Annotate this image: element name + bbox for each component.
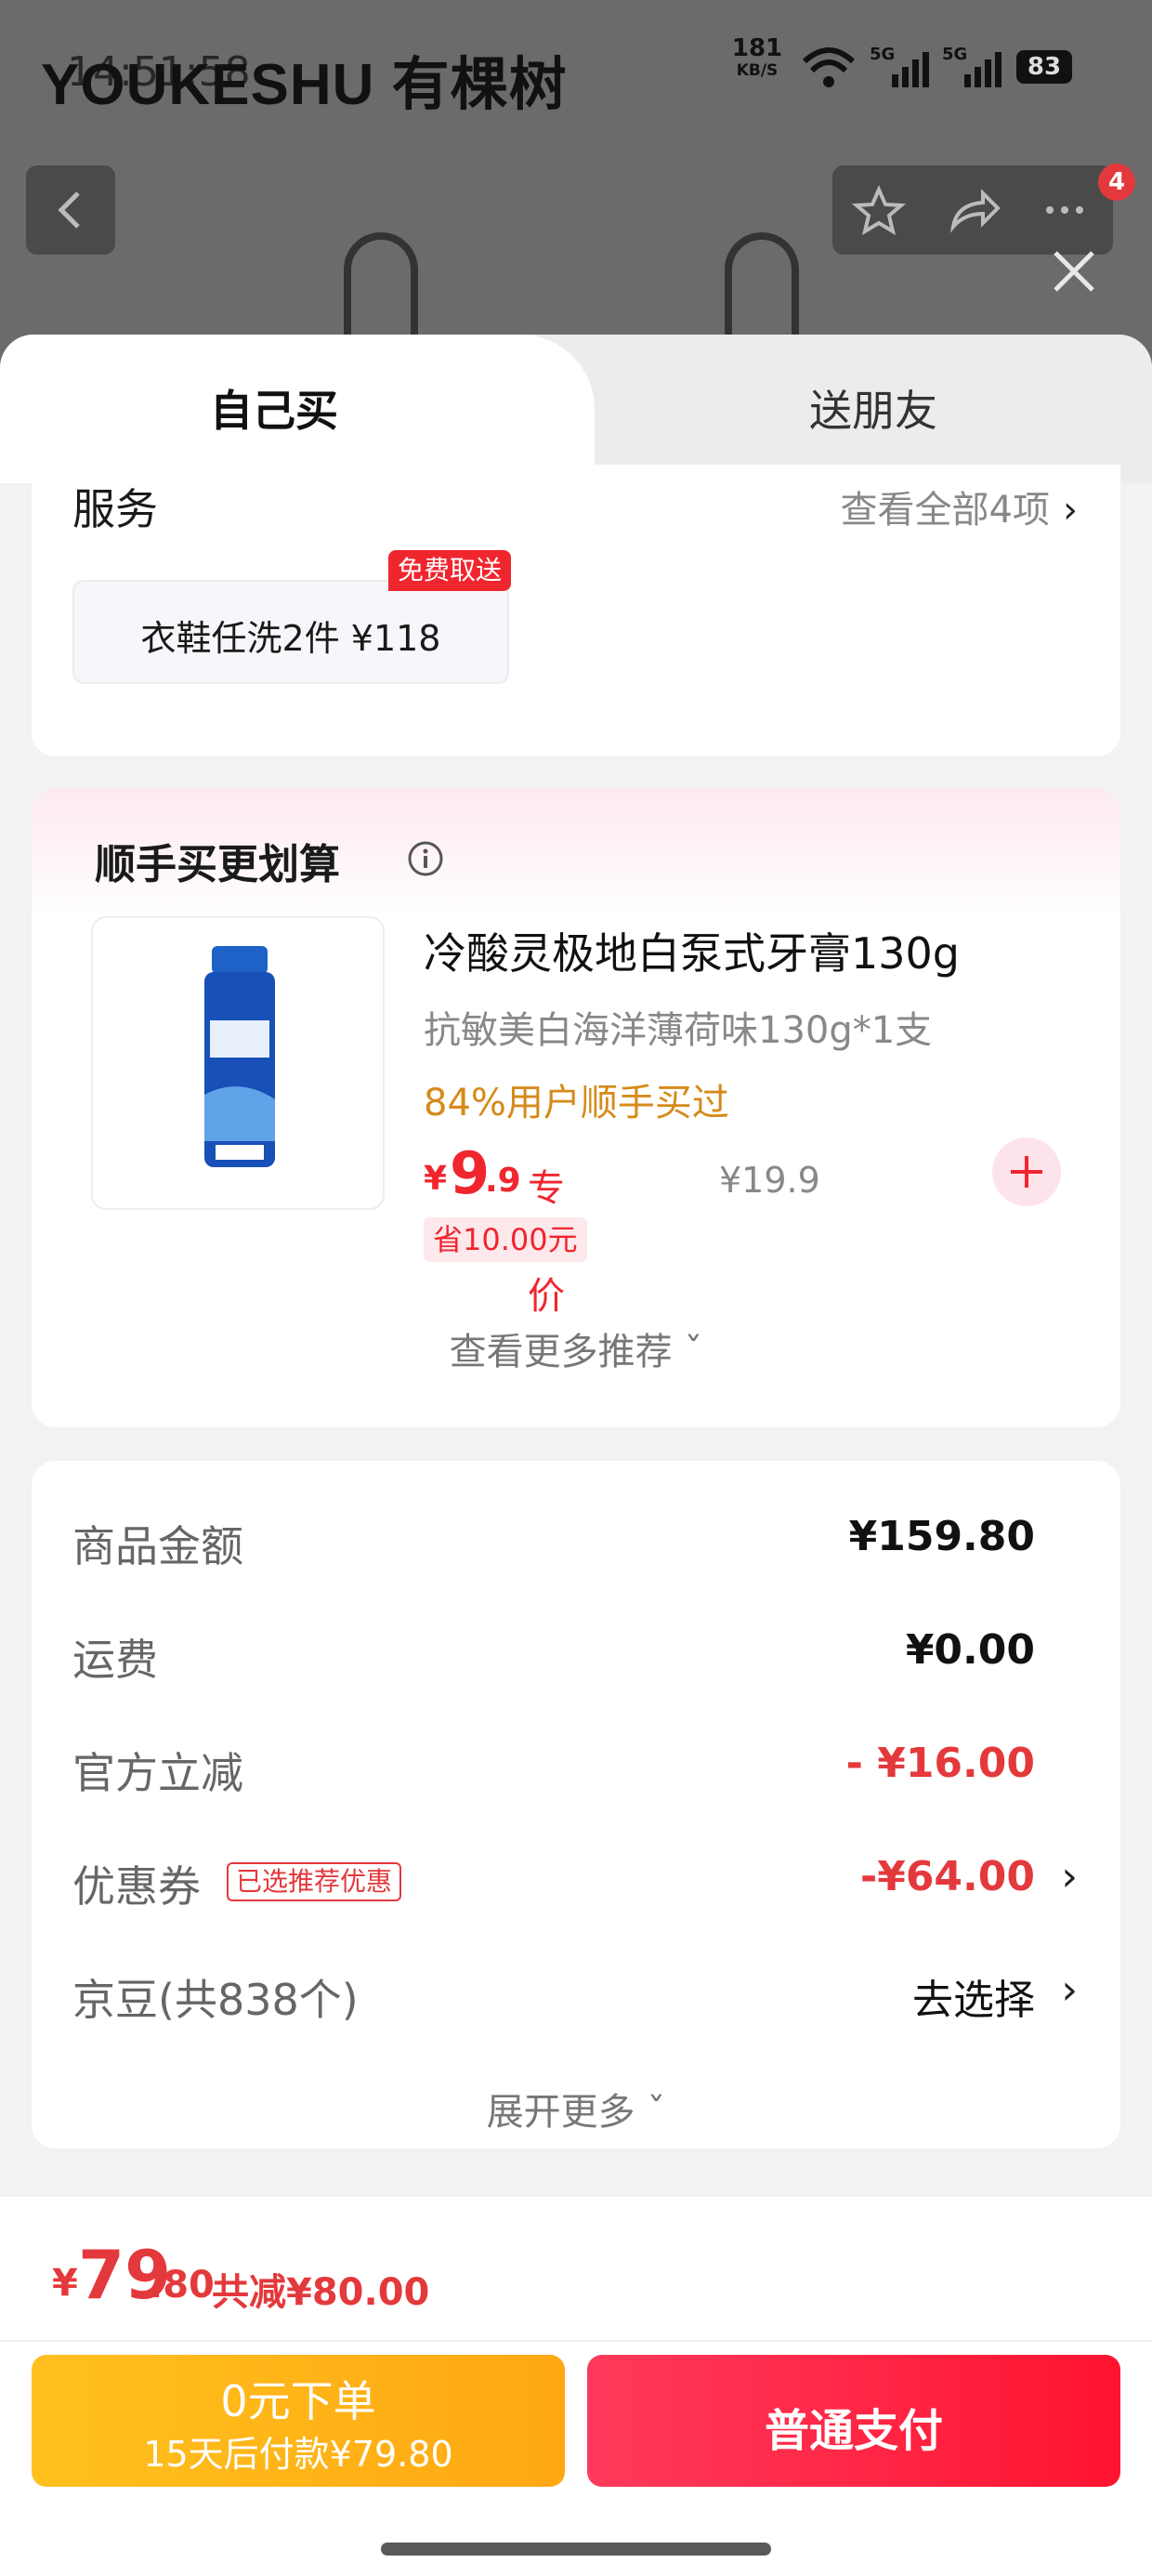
signal-5g-secondary-icon: 5G — [942, 45, 1001, 87]
add-to-order-button[interactable] — [992, 1137, 1061, 1206]
network-speed: 181 KB/S — [725, 34, 790, 82]
summary-label: 运费 — [72, 1635, 158, 1685]
price-currency: ¥ — [424, 1160, 448, 1198]
service-view-all-link[interactable]: 查看全部4项 › — [841, 480, 1078, 533]
total-decimal: .80 — [149, 2264, 215, 2307]
signal-5g-icon: 5G — [870, 45, 929, 87]
chevron-right-icon: › — [1063, 489, 1078, 532]
share-button[interactable] — [925, 165, 1018, 255]
expand-more-link[interactable]: 展开更多 ˇ — [32, 2082, 1120, 2136]
summary-value: -¥64.00 — [859, 1853, 1035, 1900]
pay-later-sublabel: 15天后付款¥79.80 — [143, 2434, 453, 2475]
zero-down-pay-later-button[interactable]: 0元下单 15天后付款¥79.80 — [32, 2355, 565, 2487]
back-button[interactable] — [26, 165, 115, 255]
coupon-recommended-badge: 已选推荐优惠 — [227, 1862, 402, 1901]
free-pickup-badge: 免费取送 — [388, 550, 512, 591]
summary-row-subtotal: 商品金额 ¥159.80 — [72, 1513, 1078, 1578]
product-spec: 抗敏美白海洋薄荷味130g*1支 — [424, 1009, 933, 1052]
normal-pay-button[interactable]: 普通支付 — [587, 2355, 1120, 2487]
original-price: ¥19.9 — [719, 1160, 820, 1201]
summary-row-jingdou[interactable]: 京豆(共838个) 去选择 › — [72, 1966, 1078, 2031]
network-speed-unit: KB/S — [736, 61, 779, 80]
tab-buy-for-self[interactable]: 自己买 — [0, 335, 595, 483]
home-indicator[interactable] — [381, 2543, 771, 2556]
info-icon[interactable] — [407, 840, 444, 877]
star-icon — [851, 185, 907, 236]
summary-row-official-discount: 官方立减 - ¥16.00 — [72, 1740, 1078, 1805]
view-more-recommendations[interactable]: 查看更多推荐 ˇ — [32, 1321, 1120, 1375]
social-proof-text: 84%用户顺手买过 — [424, 1082, 729, 1124]
zero-down-label: 0元下单 — [220, 2376, 376, 2426]
summary-label: 优惠券 — [72, 1861, 201, 1912]
cart-count-badge: 4 — [1098, 164, 1135, 201]
top-action-group — [832, 165, 1113, 255]
more-button[interactable] — [1018, 165, 1111, 255]
summary-value: ¥0.00 — [905, 1626, 1035, 1674]
summary-row-shipping: 运费 ¥0.00 — [72, 1626, 1078, 1691]
favorite-button[interactable] — [832, 165, 925, 255]
summary-label: 官方立减 — [72, 1748, 243, 1798]
summary-value: 去选择 — [912, 1977, 1035, 2024]
close-icon[interactable] — [1046, 243, 1102, 299]
price-integer: 9 — [450, 1139, 491, 1207]
status-bar: YOUKESHU 有棵树 14:51:58 181 KB/S 5G 5G 83 — [0, 28, 1152, 117]
addon-recommendation-card: 顺手买更划算 冷酸灵极地白泵式牙膏130g 抗敏美白海洋薄荷味130g*1支 8… — [32, 788, 1120, 1427]
chevron-right-icon: › — [1061, 1853, 1078, 1900]
toothpaste-image — [204, 946, 275, 1167]
price-summary-card: 商品金额 ¥159.80 运费 ¥0.00 官方立减 - ¥16.00 优惠券 … — [32, 1461, 1120, 2149]
service-option-label: 衣鞋任洗2件 ¥118 — [140, 618, 441, 659]
service-title: 服务 — [72, 484, 158, 534]
svg-text:5G: 5G — [870, 45, 895, 64]
summary-value: ¥159.80 — [848, 1513, 1035, 1560]
chevron-right-icon: › — [1061, 1966, 1078, 2014]
buy-mode-tabs: 自己买 送朋友 — [0, 335, 1152, 483]
status-clock: 14:51:58 — [67, 48, 251, 96]
product-image[interactable] — [91, 916, 385, 1210]
summary-value: - ¥16.00 — [845, 1740, 1035, 1787]
plus-icon — [1011, 1156, 1042, 1188]
tab-gift-to-friend[interactable]: 送朋友 — [669, 377, 1078, 439]
divider — [0, 2340, 1152, 2342]
checkout-bottom-bar: ¥ 79 .80 共减¥80.00 0元下单 15天后付款¥79.80 普通支付 — [0, 2197, 1152, 2576]
battery-indicator: 83 — [1016, 50, 1072, 84]
normal-pay-label: 普通支付 — [764, 2405, 943, 2457]
wifi-icon — [802, 47, 856, 87]
service-card: 服务 查看全部4项 › 衣鞋任洗2件 ¥118 免费取送 — [32, 465, 1120, 756]
product-name[interactable]: 冷酸灵极地白泵式牙膏130g — [424, 920, 960, 981]
summary-row-coupon[interactable]: 优惠券 已选推荐优惠 -¥64.00 › — [72, 1853, 1078, 1918]
addon-title: 顺手买更划算 — [95, 841, 340, 888]
summary-label: 商品金额 — [72, 1521, 243, 1571]
tab-buy-for-self-label: 自己买 — [210, 386, 338, 436]
total-currency: ¥ — [52, 2262, 78, 2305]
svg-text:5G: 5G — [942, 45, 967, 64]
price-decimal: .9 — [485, 1162, 521, 1200]
service-option-laundry[interactable]: 衣鞋任洗2件 ¥118 — [72, 580, 509, 684]
total-saved: 共减¥80.00 — [212, 2271, 430, 2314]
more-dots-icon — [1046, 206, 1083, 214]
savings-tag: 省10.00元 — [424, 1217, 587, 1262]
service-view-all-label: 查看全部4项 — [840, 489, 1050, 532]
summary-label: 京豆(共838个) — [72, 1975, 359, 2025]
chevron-left-icon — [58, 191, 80, 229]
network-speed-value: 181 — [731, 34, 783, 62]
share-icon — [949, 189, 1001, 233]
